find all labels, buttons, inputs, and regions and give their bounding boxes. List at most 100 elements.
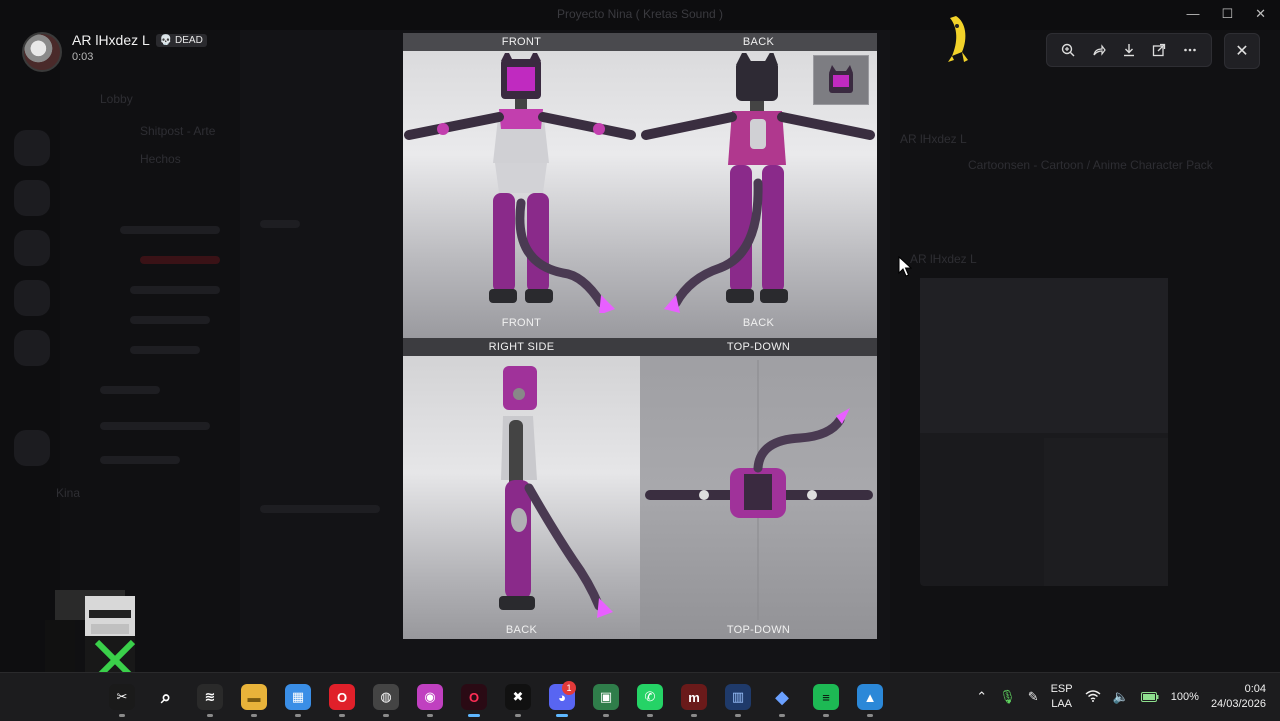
capcut-alt-icon: ≋ bbox=[197, 684, 223, 710]
taskbar-app-diamond-app[interactable]: ◆ bbox=[760, 673, 804, 721]
more-icon[interactable] bbox=[1179, 39, 1201, 61]
running-indicator bbox=[823, 714, 829, 717]
sidebar-user[interactable]: Kina bbox=[56, 486, 80, 500]
reference-sheet-image[interactable]: FRONT FRONT BACK BACK RIGHT SIDE BACK TO… bbox=[403, 33, 877, 639]
taskbar-app-whatsapp[interactable]: ✆ bbox=[628, 673, 672, 721]
back-panel: BACK BACK bbox=[640, 33, 877, 338]
share-arrow-icon[interactable] bbox=[1088, 39, 1110, 61]
panel-footer: BACK bbox=[505, 624, 538, 636]
zoom-in-icon[interactable] bbox=[1057, 39, 1079, 61]
taskbar: ✂ ⌕ ≋ ▬ ▦ O ◍ ◉ O ✖ ◕ 1 ▣ ✆ m ▥ ◆ ≡ ▲ ⌃ 🎙 ✎ ESP LAA 🔈 100%… bbox=[0, 672, 1280, 721]
status-badge: 💀 DEAD bbox=[155, 33, 207, 47]
server-rail bbox=[0, 30, 60, 672]
language-indicator[interactable]: ESP LAA bbox=[1051, 682, 1073, 712]
running-indicator bbox=[603, 714, 609, 717]
taskbar-app-audio-tool[interactable]: ▥ bbox=[716, 673, 760, 721]
chat-author: AR lHxdez L bbox=[910, 252, 977, 266]
server-icon[interactable] bbox=[14, 180, 50, 216]
top-down-panel: TOP-DOWN TOP-DOWN bbox=[640, 338, 877, 639]
close-window-icon[interactable]: ✕ bbox=[1255, 6, 1266, 22]
notification-badge: 1 bbox=[562, 681, 576, 695]
chat-image-attachment[interactable] bbox=[920, 278, 1168, 586]
panel-footer: BACK bbox=[742, 317, 775, 329]
character-side bbox=[499, 366, 613, 618]
panel-footer: TOP-DOWN bbox=[726, 624, 791, 636]
character-top bbox=[645, 360, 873, 620]
taskbar-app-photos[interactable]: ▲ bbox=[848, 673, 892, 721]
photos-icon: ▲ bbox=[857, 684, 883, 710]
taskbar-app-paint-app[interactable]: ◉ bbox=[408, 673, 452, 721]
paint-app-icon: ◉ bbox=[417, 684, 443, 710]
system-tray: ⌃ 🎙 ✎ ESP LAA 🔈 100% 0:04 24/03/2026 bbox=[976, 673, 1280, 721]
pen-icon[interactable]: ✎ bbox=[1028, 689, 1039, 705]
microphone-icon[interactable]: 🎙 bbox=[999, 689, 1016, 705]
window-title: Proyecto Nina ( Kretas Sound ) bbox=[556, 7, 724, 21]
voice-user: AR lHxdez L 💀 DEAD 0:03 bbox=[22, 32, 207, 72]
language-code: ESP bbox=[1050, 683, 1073, 695]
panel-header: RIGHT SIDE bbox=[488, 341, 555, 353]
sidebar-item[interactable]: Lobby bbox=[100, 92, 133, 106]
sidebar-item[interactable]: Hechos bbox=[140, 152, 181, 166]
front-panel: FRONT FRONT bbox=[403, 33, 640, 338]
clock[interactable]: 0:04 24/03/2026 bbox=[1211, 682, 1266, 712]
running-indicator bbox=[468, 714, 480, 717]
taskbar-app-opera-gx[interactable]: O bbox=[452, 673, 496, 721]
character-front bbox=[404, 53, 636, 313]
taskbar-app-search[interactable]: ⌕ bbox=[144, 673, 188, 721]
voice-user-name: AR lHxdez L bbox=[72, 32, 150, 48]
capcut-2-icon: ✖ bbox=[505, 684, 531, 710]
dancing-banana-sticker bbox=[948, 16, 968, 62]
running-indicator bbox=[295, 714, 301, 717]
chevron-up-icon[interactable]: ⌃ bbox=[976, 689, 987, 705]
mega-icon: m bbox=[681, 684, 707, 710]
running-indicator bbox=[556, 714, 568, 717]
volume-icon[interactable]: 🔈 bbox=[1113, 689, 1129, 705]
server-icon[interactable] bbox=[14, 430, 50, 466]
chat-author: AR lHxdez L bbox=[900, 132, 967, 146]
taskbar-app-capcut-2[interactable]: ✖ bbox=[496, 673, 540, 721]
server-icon[interactable] bbox=[14, 230, 50, 266]
sidebar-item[interactable]: Shitpost - Arte bbox=[140, 124, 215, 138]
running-indicator bbox=[515, 714, 521, 717]
taskbar-apps: ✂ ⌕ ≋ ▬ ▦ O ◍ ◉ O ✖ ◕ 1 ▣ ✆ m ▥ ◆ ≡ ▲ bbox=[100, 673, 892, 721]
open-external-icon[interactable] bbox=[1148, 39, 1170, 61]
wifi-icon[interactable] bbox=[1085, 689, 1101, 705]
time: 0:04 bbox=[1244, 683, 1266, 695]
taskbar-app-discord[interactable]: ◕ 1 bbox=[540, 673, 584, 721]
maximize-icon[interactable]: ☐ bbox=[1221, 6, 1233, 22]
running-indicator bbox=[383, 714, 389, 717]
download-icon[interactable] bbox=[1118, 39, 1140, 61]
keyboard-layout: LAA bbox=[1051, 698, 1072, 710]
taskbar-app-chromium-tool[interactable]: ◍ bbox=[364, 673, 408, 721]
channel-sidebar: Lobby Shitpost - Arte Hechos Kina bbox=[56, 30, 240, 672]
running-indicator bbox=[691, 714, 697, 717]
taskbar-app-capcut[interactable]: ✂ bbox=[100, 673, 144, 721]
file-explorer-icon: ▬ bbox=[241, 684, 267, 710]
taskbar-app-mega[interactable]: m bbox=[672, 673, 716, 721]
avatar bbox=[22, 32, 62, 72]
image-toolbar bbox=[1046, 33, 1212, 67]
server-icon[interactable] bbox=[14, 130, 50, 166]
title-bar: Proyecto Nina ( Kretas Sound ) — ☐ ✕ bbox=[0, 0, 1280, 30]
running-indicator bbox=[867, 714, 873, 717]
date: 24/03/2026 bbox=[1210, 698, 1266, 710]
taskbar-app-file-explorer[interactable]: ▬ bbox=[232, 673, 276, 721]
taskbar-app-capcut-alt[interactable]: ≋ bbox=[188, 673, 232, 721]
opera-icon: O bbox=[329, 684, 355, 710]
panel-header: TOP-DOWN bbox=[726, 341, 791, 353]
screen-tool-icon: ▣ bbox=[593, 684, 619, 710]
server-icon[interactable] bbox=[14, 330, 50, 366]
taskbar-app-microsoft-store[interactable]: ▦ bbox=[276, 673, 320, 721]
running-indicator bbox=[207, 714, 213, 717]
taskbar-app-screen-tool[interactable]: ▣ bbox=[584, 673, 628, 721]
diamond-app-icon: ◆ bbox=[775, 686, 789, 707]
minimize-icon[interactable]: — bbox=[1186, 6, 1199, 22]
close-viewer-button[interactable]: ✕ bbox=[1224, 33, 1260, 69]
taskbar-app-spotify[interactable]: ≡ bbox=[804, 673, 848, 721]
taskbar-app-opera[interactable]: O bbox=[320, 673, 364, 721]
battery-icon[interactable] bbox=[1140, 690, 1159, 705]
running-indicator bbox=[251, 714, 257, 717]
running-indicator bbox=[735, 714, 741, 717]
server-icon[interactable] bbox=[14, 280, 50, 316]
spotify-icon: ≡ bbox=[813, 684, 839, 710]
